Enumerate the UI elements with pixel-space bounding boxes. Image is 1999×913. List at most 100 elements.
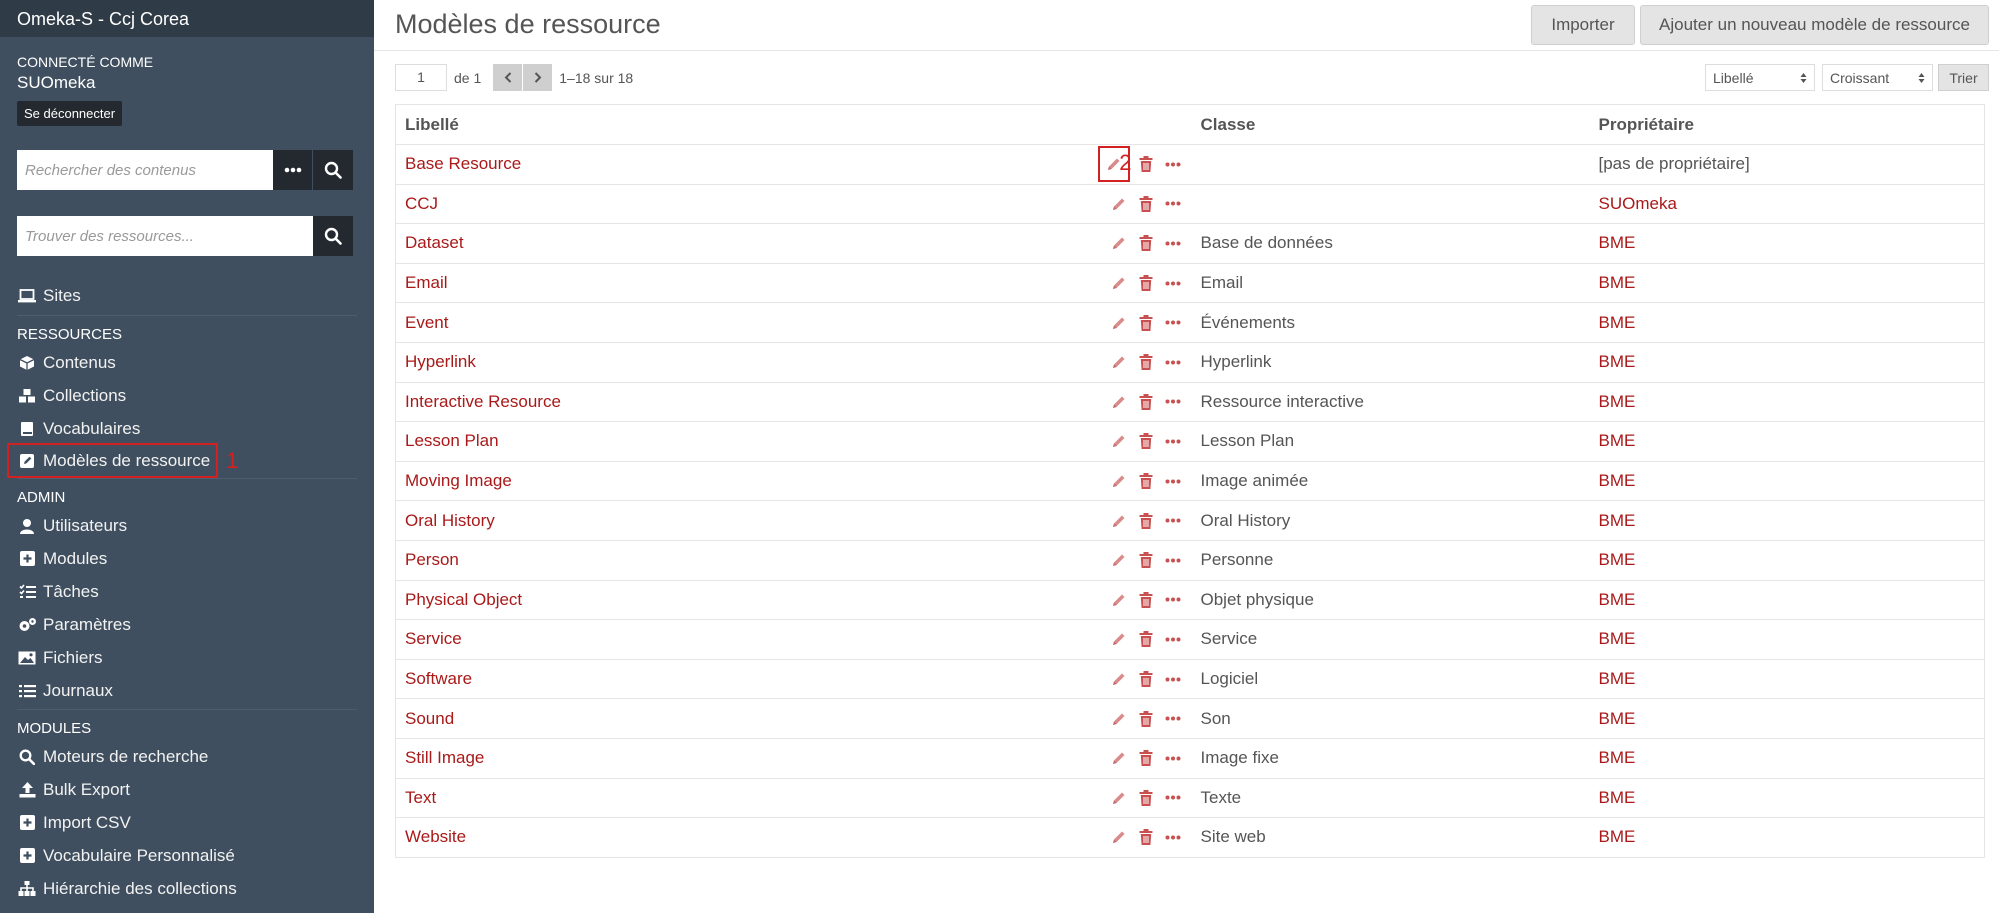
- delete-button[interactable]: [1137, 591, 1155, 609]
- edit-button[interactable]: [1110, 234, 1128, 252]
- edit-button[interactable]: [1110, 314, 1128, 332]
- more-actions-button[interactable]: [1164, 274, 1182, 292]
- delete-button[interactable]: [1137, 353, 1155, 371]
- delete-button[interactable]: [1137, 472, 1155, 490]
- more-actions-button[interactable]: [1164, 710, 1182, 728]
- search-input[interactable]: [17, 150, 273, 190]
- previous-page-button[interactable]: [493, 64, 523, 91]
- owner-link[interactable]: BME: [1599, 392, 1636, 411]
- sidebar-item-search-engines[interactable]: Moteurs de recherche: [0, 740, 374, 773]
- advanced-search-button[interactable]: [273, 150, 313, 190]
- template-link[interactable]: Person: [405, 550, 459, 569]
- sidebar-item-modules[interactable]: Modules: [0, 542, 374, 575]
- sidebar-item-bulk-export[interactable]: Bulk Export: [0, 773, 374, 806]
- delete-button[interactable]: [1137, 393, 1155, 411]
- edit-button[interactable]: [1110, 353, 1128, 371]
- more-actions-button[interactable]: [1164, 828, 1182, 846]
- edit-button[interactable]: [1110, 432, 1128, 450]
- edit-button[interactable]: [1110, 828, 1128, 846]
- more-actions-button[interactable]: [1164, 551, 1182, 569]
- next-page-button[interactable]: [523, 64, 553, 91]
- sort-by-select[interactable]: Libellé: [1705, 64, 1815, 91]
- delete-button[interactable]: [1137, 195, 1155, 213]
- add-resource-template-button[interactable]: Ajouter un nouveau modèle de ressource: [1640, 5, 1989, 45]
- edit-button[interactable]: [1110, 274, 1128, 292]
- owner-link[interactable]: SUOmeka: [1599, 194, 1677, 213]
- owner-link[interactable]: BME: [1599, 273, 1636, 292]
- template-link[interactable]: Event: [405, 313, 448, 332]
- sidebar-item-contenus[interactable]: Contenus: [0, 346, 374, 379]
- sidebar-item-vocabulaires[interactable]: Vocabulaires: [0, 412, 374, 445]
- more-actions-button[interactable]: [1164, 472, 1182, 490]
- more-actions-button[interactable]: [1164, 314, 1182, 332]
- owner-link[interactable]: BME: [1599, 471, 1636, 490]
- more-actions-button[interactable]: [1164, 789, 1182, 807]
- owner-link[interactable]: BME: [1599, 352, 1636, 371]
- edit-button[interactable]: [1110, 551, 1128, 569]
- owner-link[interactable]: BME: [1599, 550, 1636, 569]
- template-link[interactable]: Website: [405, 827, 466, 846]
- owner-link[interactable]: BME: [1599, 669, 1636, 688]
- more-actions-button[interactable]: [1164, 353, 1182, 371]
- owner-link[interactable]: BME: [1599, 788, 1636, 807]
- owner-link[interactable]: BME: [1599, 709, 1636, 728]
- more-actions-button[interactable]: [1164, 234, 1182, 252]
- sidebar-item-sites[interactable]: Sites: [0, 279, 374, 312]
- more-actions-button[interactable]: [1164, 630, 1182, 648]
- template-link[interactable]: Lesson Plan: [405, 431, 499, 450]
- template-link[interactable]: Moving Image: [405, 471, 512, 490]
- template-link[interactable]: Software: [405, 669, 472, 688]
- delete-button[interactable]: [1137, 274, 1155, 292]
- delete-button[interactable]: [1137, 551, 1155, 569]
- owner-link[interactable]: BME: [1599, 590, 1636, 609]
- username[interactable]: SUOmeka: [17, 73, 357, 93]
- sidebar-item-resource-templates[interactable]: Modèles de ressource: [6, 443, 219, 478]
- edit-button[interactable]: [1110, 472, 1128, 490]
- template-link[interactable]: Still Image: [405, 748, 484, 767]
- more-actions-button[interactable]: [1164, 432, 1182, 450]
- edit-button[interactable]: [1110, 512, 1128, 530]
- delete-button[interactable]: [1137, 630, 1155, 648]
- page-number-input[interactable]: 1: [395, 64, 447, 91]
- search-button[interactable]: [313, 150, 353, 190]
- more-actions-button[interactable]: [1164, 195, 1182, 213]
- sidebar-item-logs[interactable]: Journaux: [0, 674, 374, 707]
- template-link[interactable]: Text: [405, 788, 436, 807]
- delete-button[interactable]: [1137, 314, 1155, 332]
- delete-button[interactable]: [1137, 670, 1155, 688]
- delete-button[interactable]: [1137, 828, 1155, 846]
- edit-button[interactable]: [1110, 710, 1128, 728]
- edit-button[interactable]: [1110, 195, 1128, 213]
- sidebar-item-collections[interactable]: Collections: [0, 379, 374, 412]
- sidebar-item-users[interactable]: Utilisateurs: [0, 509, 374, 542]
- template-link[interactable]: Interactive Resource: [405, 392, 561, 411]
- sort-order-select[interactable]: Croissant: [1822, 64, 1933, 91]
- edit-button[interactable]: [1110, 789, 1128, 807]
- resource-search-button[interactable]: [313, 216, 353, 256]
- more-actions-button[interactable]: [1164, 393, 1182, 411]
- owner-link[interactable]: BME: [1599, 233, 1636, 252]
- template-link[interactable]: Service: [405, 629, 462, 648]
- template-link[interactable]: Sound: [405, 709, 454, 728]
- more-actions-button[interactable]: [1164, 670, 1182, 688]
- owner-link[interactable]: BME: [1599, 313, 1636, 332]
- edit-button[interactable]: [1110, 749, 1128, 767]
- app-title[interactable]: Omeka-S - Ccj Corea: [0, 0, 374, 37]
- more-actions-button[interactable]: [1164, 591, 1182, 609]
- sort-button[interactable]: Trier: [1938, 64, 1989, 91]
- sidebar-item-jobs[interactable]: Tâches: [0, 575, 374, 608]
- sidebar-item-assets[interactable]: Fichiers: [0, 641, 374, 674]
- owner-link[interactable]: BME: [1599, 748, 1636, 767]
- more-actions-button[interactable]: [1164, 155, 1182, 173]
- owner-link[interactable]: BME: [1599, 629, 1636, 648]
- owner-link[interactable]: BME: [1599, 431, 1636, 450]
- template-link[interactable]: Physical Object: [405, 590, 522, 609]
- owner-link[interactable]: BME: [1599, 511, 1636, 530]
- template-link[interactable]: Email: [405, 273, 448, 292]
- edit-button[interactable]: [1110, 670, 1128, 688]
- delete-button[interactable]: [1137, 512, 1155, 530]
- owner-link[interactable]: BME: [1599, 827, 1636, 846]
- delete-button[interactable]: [1137, 234, 1155, 252]
- sidebar-item-collection-tree[interactable]: Hiérarchie des collections: [0, 872, 374, 905]
- resource-search-input[interactable]: [17, 216, 313, 256]
